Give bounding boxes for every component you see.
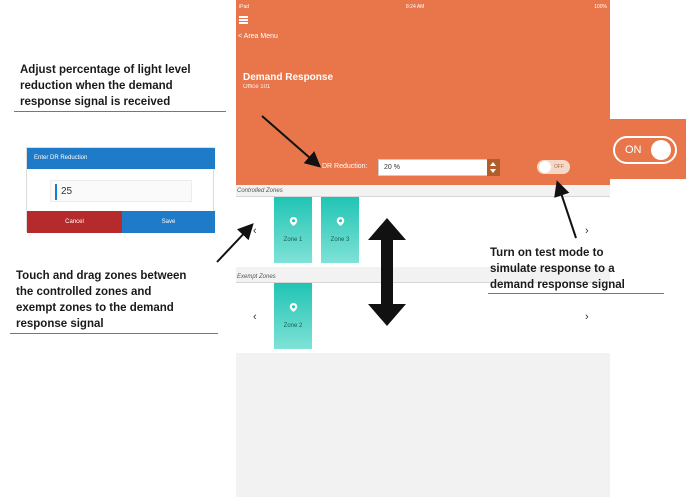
drag-double-arrow-icon <box>368 218 406 326</box>
page-subtitle: Office 101 <box>243 84 271 90</box>
toggle-knob <box>651 140 671 160</box>
stepper-down-icon[interactable] <box>490 169 496 173</box>
zone-label: Zone 1 <box>283 237 303 243</box>
toggle-knob <box>539 161 551 173</box>
chevron-left-icon[interactable]: ‹ <box>253 311 257 323</box>
zone-label: Zone 2 <box>283 323 303 329</box>
location-pin-icon <box>289 303 298 312</box>
annotation-drag: Touch and drag zones between the control… <box>16 268 186 332</box>
device-label: iPad <box>239 4 250 10</box>
dr-reduction-stepper[interactable] <box>487 159 500 176</box>
battery-label: 100% <box>594 4 607 10</box>
location-pin-icon <box>336 217 345 226</box>
controlled-zones-label: Controlled Zones <box>237 188 283 194</box>
annotation-line: the controlled zones and <box>16 286 152 298</box>
text-caret <box>55 184 57 200</box>
annotation-line: response signal is received <box>20 96 171 108</box>
test-mode-toggle[interactable]: OFF <box>537 160 570 174</box>
chevron-left-icon[interactable]: ‹ <box>253 225 257 237</box>
location-pin-icon <box>289 217 298 226</box>
hamburger-menu-icon[interactable] <box>239 16 248 24</box>
annotation-line: response signal <box>16 318 104 330</box>
chevron-right-icon[interactable]: › <box>585 311 589 323</box>
dialog-header: Enter DR Reduction <box>27 148 215 169</box>
test-mode-toggle-label: OFF <box>554 164 564 170</box>
annotation-line: reduction when the demand <box>20 80 173 92</box>
zone-tile[interactable]: Zone 3 <box>321 197 359 263</box>
page-title: Demand Response <box>243 72 334 83</box>
annotation-line: exempt zones to the demand <box>16 302 174 314</box>
cancel-button[interactable]: Cancel <box>27 211 122 233</box>
annotation-line: Adjust percentage of light level <box>20 64 191 76</box>
status-bar: iPad 8:24 AM 100% <box>236 2 610 12</box>
annotation-line: Touch and drag zones between <box>16 270 187 282</box>
annotation-underline <box>488 293 664 294</box>
stepper-up-icon[interactable] <box>490 162 496 166</box>
dr-reduction-label: DR Reduction: <box>322 163 368 170</box>
app-header: iPad 8:24 AM 100% < Area Menu Demand Res… <box>236 0 610 185</box>
annotation-underline <box>10 333 218 334</box>
annotation-test-mode: Turn on test mode to simulate response t… <box>490 245 625 293</box>
dr-reduction-value: 20 % <box>384 164 400 171</box>
annotation-adjust: Adjust percentage of light level reducti… <box>20 62 191 110</box>
exempt-zones-label: Exempt Zones <box>237 274 276 280</box>
test-mode-on-toggle[interactable]: ON <box>613 136 677 164</box>
dr-reduction-dialog: Enter DR Reduction 25 Cancel Save <box>26 147 215 233</box>
chevron-right-icon[interactable]: › <box>585 225 589 237</box>
zone-tile[interactable]: Zone 2 <box>274 283 312 349</box>
back-link[interactable]: < Area Menu <box>238 33 278 40</box>
status-time: 8:24 AM <box>406 4 425 10</box>
on-toggle-label: ON <box>625 144 642 156</box>
annotation-line: demand response signal <box>490 279 625 291</box>
dialog-title: Enter DR Reduction <box>34 155 88 161</box>
zone-label: Zone 3 <box>330 237 350 243</box>
dr-reduction-input[interactable]: 20 % <box>378 159 488 176</box>
annotation-underline <box>14 111 226 112</box>
dialog-input-value: 25 <box>61 186 73 197</box>
save-button[interactable]: Save <box>122 211 215 233</box>
dr-reduction-dialog-input[interactable]: 25 <box>50 180 192 202</box>
test-mode-on-panel: ON <box>610 119 686 179</box>
annotation-line: Turn on test mode to <box>490 247 604 259</box>
annotation-line: simulate response to a <box>490 263 615 275</box>
zone-tile[interactable]: Zone 1 <box>274 197 312 263</box>
